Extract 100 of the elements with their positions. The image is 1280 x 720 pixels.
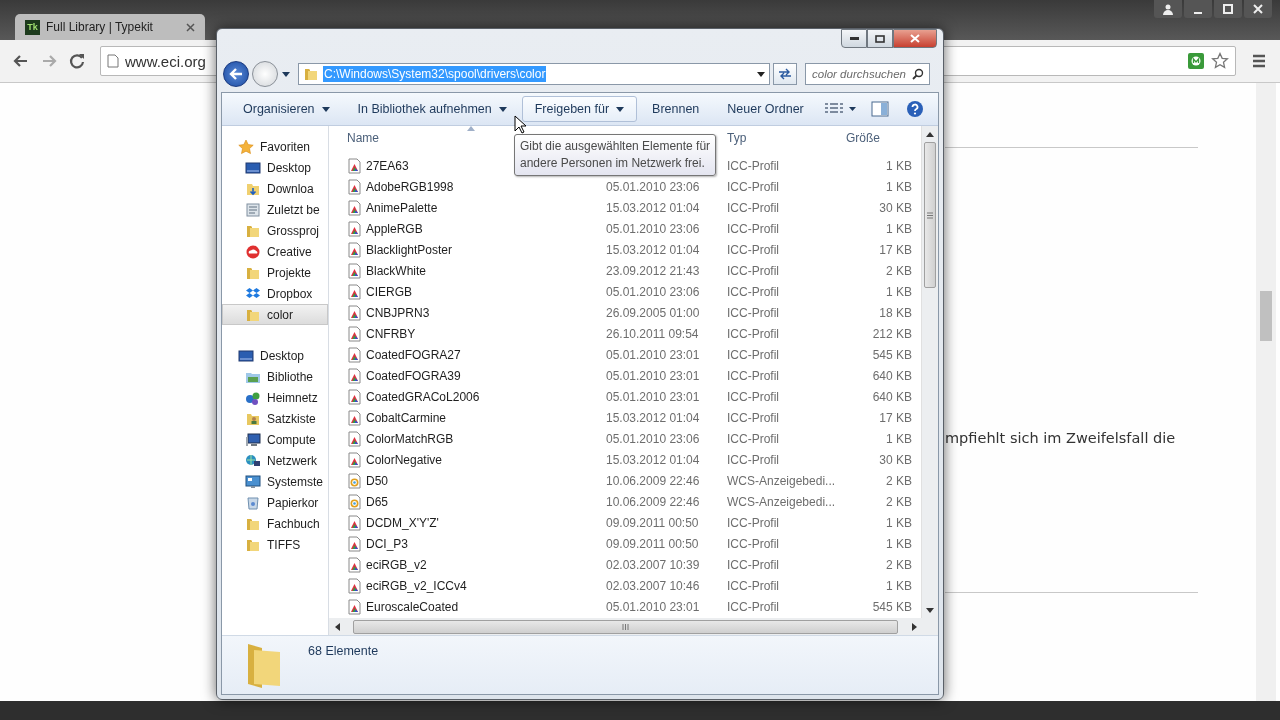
close-button[interactable] bbox=[893, 29, 937, 48]
column-header[interactable]: Größe bbox=[842, 131, 912, 145]
color-profile-icon bbox=[347, 388, 362, 405]
horizontal-scrollbar[interactable] bbox=[329, 618, 938, 635]
scrollbar[interactable] bbox=[1256, 83, 1276, 701]
maximize-button[interactable] bbox=[1214, 0, 1242, 18]
file-name[interactable]: ColorNegative bbox=[366, 452, 443, 467]
sidebar-item[interactable]: Desktop bbox=[222, 345, 328, 366]
table-cell-text: 2 KB bbox=[885, 494, 912, 509]
file-name[interactable]: D50 bbox=[366, 473, 388, 488]
table-cell-text: 1 KB bbox=[885, 179, 912, 194]
file-name[interactable]: ColorMatchRGB bbox=[366, 431, 454, 446]
table-cell-text: 09.09.2011 00:50 bbox=[606, 515, 700, 530]
sidebar-item[interactable]: Bibliothe bbox=[222, 366, 328, 387]
sidebar-item[interactable]: color bbox=[222, 304, 328, 325]
sidebar-item[interactable]: Systemste bbox=[222, 471, 328, 492]
file-name[interactable]: 27EA63 bbox=[366, 158, 409, 173]
file-name[interactable]: CoatedFOGRA39 bbox=[366, 368, 461, 383]
toolbar-button[interactable]: Freigeben für bbox=[521, 96, 638, 122]
maximize-icon bbox=[1223, 4, 1233, 14]
file-name[interactable]: BlackWhite bbox=[366, 263, 427, 278]
sidebar-item[interactable]: TIFFS bbox=[222, 534, 328, 555]
scroll-down-icon[interactable] bbox=[926, 607, 934, 613]
back-button[interactable] bbox=[223, 61, 249, 87]
table-cell-text: 05.01.2010 23:01 bbox=[606, 599, 701, 614]
file-name[interactable]: eciRGB_v2_ICCv4 bbox=[366, 578, 467, 593]
sidebar-item[interactable]: Projekte bbox=[222, 262, 328, 283]
column-header[interactable]: Typ bbox=[727, 131, 842, 145]
sidebar-item[interactable]: Compute bbox=[222, 429, 328, 450]
toolbar-button[interactable]: Brennen bbox=[639, 96, 713, 122]
file-name[interactable]: eciRGB_v2 bbox=[366, 557, 427, 572]
sidebar-item[interactable]: Fachbuch bbox=[222, 513, 328, 534]
file-name[interactable]: CNBJPRN3 bbox=[366, 305, 430, 320]
user-button[interactable] bbox=[1154, 0, 1182, 18]
color-profile-icon bbox=[347, 430, 362, 447]
minimize-button[interactable] bbox=[1184, 0, 1212, 18]
sidebar-item[interactable]: Papierkor bbox=[222, 492, 328, 513]
sidebar-item[interactable]: Creative bbox=[222, 241, 328, 262]
file-name[interactable]: CIERGB bbox=[366, 284, 412, 299]
file-name[interactable]: EuroscaleCoated bbox=[366, 599, 459, 614]
dropdown-icon[interactable] bbox=[281, 69, 291, 79]
desktop-icon bbox=[238, 347, 254, 364]
table-cell-text: 30 KB bbox=[878, 200, 912, 215]
dropdown-icon[interactable] bbox=[757, 71, 765, 77]
network-icon bbox=[245, 452, 261, 469]
color-profile-icon bbox=[347, 283, 362, 300]
refresh-button[interactable] bbox=[773, 63, 797, 85]
browser-tab[interactable]: Tk Full Library | Typekit bbox=[15, 14, 205, 40]
sidebar-item[interactable]: Desktop bbox=[222, 157, 328, 178]
sidebar-item[interactable]: Zuletzt be bbox=[222, 199, 328, 220]
star-icon[interactable] bbox=[1211, 52, 1229, 70]
file-name[interactable]: DCI_P3 bbox=[366, 536, 409, 551]
toolbar-button[interactable]: Organisieren bbox=[230, 96, 343, 122]
close-button[interactable] bbox=[1244, 0, 1272, 18]
star-icon bbox=[238, 138, 254, 155]
color-profile-icon bbox=[347, 367, 362, 384]
file-name[interactable]: AdobeRGB1998 bbox=[366, 179, 454, 194]
sidebar-item[interactable]: Heimnetz bbox=[222, 387, 328, 408]
file-name[interactable]: DCDM_X'Y'Z' bbox=[366, 515, 439, 530]
file-name[interactable]: AppleRGB bbox=[366, 221, 423, 236]
color-profile-icon bbox=[347, 451, 362, 468]
file-name[interactable]: AnimePalette bbox=[366, 200, 438, 215]
extension-icon[interactable] bbox=[1187, 52, 1205, 70]
table-cell-text: 545 KB bbox=[871, 347, 912, 362]
caret-icon bbox=[321, 106, 330, 112]
sidebar-item[interactable]: Grossproj bbox=[222, 220, 328, 241]
sidebar-item[interactable]: Netzwerk bbox=[222, 450, 328, 471]
table-cell-text: 18 KB bbox=[878, 305, 912, 320]
maximize-button[interactable] bbox=[867, 29, 893, 48]
scroll-up-icon[interactable] bbox=[926, 131, 934, 137]
sidebar-item[interactable]: Satzkiste bbox=[222, 408, 328, 429]
scroll-right-icon[interactable] bbox=[911, 622, 917, 631]
sidebar-item[interactable]: Downloa bbox=[222, 178, 328, 199]
close-icon[interactable] bbox=[186, 22, 195, 32]
table-cell-text: 1 KB bbox=[885, 578, 912, 593]
toolbar-button[interactable]: In Bibliothek aufnehmen bbox=[344, 96, 520, 122]
caret-icon bbox=[498, 106, 507, 112]
scrollbar[interactable] bbox=[921, 126, 938, 618]
search-field[interactable]: color durchsuchen bbox=[805, 63, 930, 85]
table-cell-text: 2 KB bbox=[885, 557, 912, 572]
color-profile-icon bbox=[347, 199, 362, 216]
sidebar-item[interactable]: Favoriten bbox=[222, 136, 328, 157]
file-name[interactable]: CoatedGRACoL2006 bbox=[366, 389, 480, 404]
minimize-button[interactable] bbox=[841, 29, 867, 48]
bin-icon bbox=[245, 494, 261, 511]
control-icon bbox=[245, 473, 261, 490]
file-name[interactable]: BlacklightPoster bbox=[366, 242, 453, 257]
file-name[interactable]: CobaltCarmine bbox=[366, 410, 447, 425]
scroll-left-icon[interactable] bbox=[334, 622, 340, 631]
caret-icon bbox=[616, 106, 625, 112]
sidebar-item[interactable]: Dropbox bbox=[222, 283, 328, 304]
file-name[interactable]: CoatedFOGRA27 bbox=[366, 347, 461, 362]
color-profile-icon bbox=[347, 535, 362, 552]
toolbar-button[interactable]: Neuer Ordner bbox=[714, 96, 817, 122]
table-cell-text: ICC-Profil bbox=[727, 368, 780, 383]
file-name[interactable]: CNFRBY bbox=[366, 326, 416, 341]
close-icon bbox=[910, 34, 920, 43]
table-cell-text: 15.03.2012 01:04 bbox=[606, 452, 701, 467]
file-name[interactable]: D65 bbox=[366, 494, 388, 509]
table-cell-text: 26.09.2005 01:00 bbox=[606, 305, 701, 320]
